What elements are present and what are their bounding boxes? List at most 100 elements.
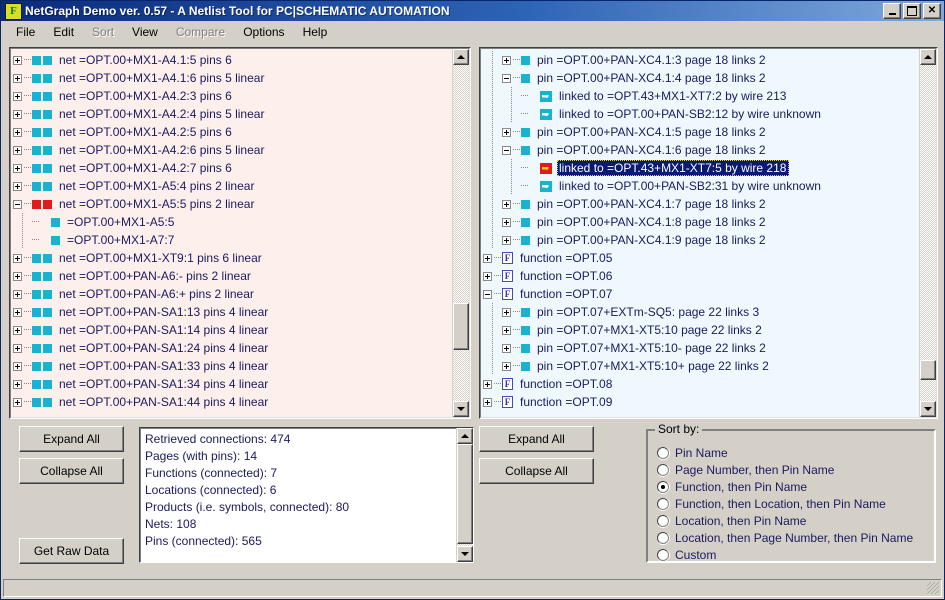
radio-button-icon[interactable] xyxy=(657,446,669,459)
tree-row[interactable]: net =OPT.00+PAN-SA1:24 pins 4 linear xyxy=(11,339,452,357)
menu-item-view[interactable]: View xyxy=(123,23,167,41)
tree-row[interactable]: net =OPT.00+PAN-SA1:33 pins 4 linear xyxy=(11,357,452,375)
collapse-all-left-button[interactable]: Collapse All xyxy=(19,458,124,484)
expand-node-icon[interactable] xyxy=(502,235,511,245)
stats-scroll-up-button[interactable] xyxy=(457,428,473,444)
statistics-scrollbar[interactable] xyxy=(456,428,473,562)
sort-option-6[interactable]: Custom xyxy=(657,546,931,563)
net-tree[interactable]: net =OPT.00+MX1-A4.1:5 pins 6 net =OPT.00… xyxy=(11,49,452,417)
right-scroll-thumb[interactable] xyxy=(920,360,936,380)
collapse-node-icon[interactable] xyxy=(13,199,22,209)
tree-row[interactable]: Ffunction =OPT.06 xyxy=(481,267,919,285)
expand-node-icon[interactable] xyxy=(502,343,511,353)
expand-node-icon[interactable] xyxy=(13,145,22,155)
radio-button-icon[interactable] xyxy=(657,548,669,561)
tree-row[interactable]: pin =OPT.00+PAN-XC4.1:6 page 18 links 2 xyxy=(481,141,919,159)
radio-button-icon[interactable] xyxy=(657,497,669,510)
menu-item-edit[interactable]: Edit xyxy=(44,23,83,41)
expand-node-icon[interactable] xyxy=(13,163,22,173)
tree-row[interactable]: Ffunction =OPT.07 xyxy=(481,285,919,303)
menu-item-file[interactable]: File xyxy=(7,23,44,41)
tree-row[interactable]: pin =OPT.00+PAN-XC4.1:4 page 18 links 2 xyxy=(481,69,919,87)
expand-node-icon[interactable] xyxy=(483,271,492,281)
tree-row[interactable]: pin =OPT.00+PAN-XC4.1:3 page 18 links 2 xyxy=(481,51,919,69)
tree-row[interactable]: net =OPT.00+MX1-A5:5 pins 2 linear xyxy=(11,195,452,213)
expand-node-icon[interactable] xyxy=(502,199,511,209)
tree-row[interactable]: pin =OPT.00+PAN-XC4.1:5 page 18 links 2 xyxy=(481,123,919,141)
expand-node-icon[interactable] xyxy=(483,397,492,407)
expand-node-icon[interactable] xyxy=(13,181,22,191)
radio-button-icon[interactable] xyxy=(657,514,669,527)
tree-row[interactable]: net =OPT.00+PAN-SA1:14 pins 4 linear xyxy=(11,321,452,339)
expand-node-icon[interactable] xyxy=(483,253,492,263)
expand-node-icon[interactable] xyxy=(13,253,22,263)
tree-row[interactable]: net =OPT.00+MX1-A4.2:6 pins 5 linear xyxy=(11,141,452,159)
left-scroll-up-button[interactable] xyxy=(453,49,469,65)
tree-row[interactable]: net =OPT.00+PAN-SA1:13 pins 4 linear xyxy=(11,303,452,321)
tree-row[interactable]: Ffunction =OPT.05 xyxy=(481,249,919,267)
sort-option-2[interactable]: Function, then Pin Name xyxy=(657,478,931,495)
close-button[interactable]: ✕ xyxy=(923,3,941,19)
expand-node-icon[interactable] xyxy=(13,91,22,101)
expand-all-right-button[interactable]: Expand All xyxy=(479,426,594,452)
stats-scroll-thumb[interactable] xyxy=(457,444,473,544)
resize-grip-icon[interactable] xyxy=(927,582,939,594)
tree-row[interactable]: net =OPT.00+PAN-SA1:34 pins 4 linear xyxy=(11,375,452,393)
radio-button-icon[interactable] xyxy=(657,480,669,493)
expand-node-icon[interactable] xyxy=(13,325,22,335)
tree-row[interactable]: pin =OPT.07+MX1-XT5:10 page 22 links 2 xyxy=(481,321,919,339)
tree-row[interactable]: =OPT.00+MX1-A5:5 xyxy=(11,213,452,231)
expand-node-icon[interactable] xyxy=(502,217,511,227)
tree-row[interactable]: net =OPT.00+MX1-A4.2:3 pins 6 xyxy=(11,87,452,105)
tree-row[interactable]: pin =OPT.07+MX1-XT5:10- page 22 links 2 xyxy=(481,339,919,357)
maximize-button[interactable] xyxy=(903,3,921,19)
stats-scroll-down-button[interactable] xyxy=(457,546,473,562)
collapse-node-icon[interactable] xyxy=(502,145,511,155)
collapse-node-icon[interactable] xyxy=(502,73,511,83)
menu-item-options[interactable]: Options xyxy=(234,23,293,41)
expand-node-icon[interactable] xyxy=(13,55,22,65)
radio-button-icon[interactable] xyxy=(657,531,669,544)
left-scroll-down-button[interactable] xyxy=(453,401,469,417)
radio-button-icon[interactable] xyxy=(657,463,669,476)
get-raw-data-button[interactable]: Get Raw Data xyxy=(19,538,124,564)
expand-node-icon[interactable] xyxy=(502,127,511,137)
expand-node-icon[interactable] xyxy=(483,379,492,389)
tree-row[interactable]: net =OPT.00+MX1-A4.1:5 pins 6 xyxy=(11,51,452,69)
right-scroll-down-button[interactable] xyxy=(920,401,936,417)
collapse-node-icon[interactable] xyxy=(483,289,492,299)
expand-node-icon[interactable] xyxy=(13,127,22,137)
tree-row[interactable]: linked to =OPT.00+PAN-SB2:31 by wire unk… xyxy=(481,177,919,195)
tree-row[interactable]: =OPT.00+MX1-A7:7 xyxy=(11,231,452,249)
tree-row[interactable]: net =OPT.00+MX1-A4.1:6 pins 5 linear xyxy=(11,69,452,87)
collapse-all-right-button[interactable]: Collapse All xyxy=(479,458,594,484)
left-scroll-thumb[interactable] xyxy=(453,303,469,350)
expand-node-icon[interactable] xyxy=(13,289,22,299)
tree-row[interactable]: net =OPT.00+MX1-A4.2:5 pins 6 xyxy=(11,123,452,141)
sort-option-4[interactable]: Location, then Pin Name xyxy=(657,512,931,529)
tree-row[interactable]: linked to =OPT.00+PAN-SB2:12 by wire unk… xyxy=(481,105,919,123)
tree-row[interactable]: net =OPT.00+PAN-A6:- pins 2 linear xyxy=(11,267,452,285)
left-tree-scrollbar[interactable] xyxy=(452,49,469,417)
sort-option-5[interactable]: Location, then Page Number, then Pin Nam… xyxy=(657,529,931,546)
tree-row[interactable]: pin =OPT.07+EXTm-SQ5: page 22 links 3 xyxy=(481,303,919,321)
tree-row[interactable]: linked to =OPT.43+MX1-XT7:2 by wire 213 xyxy=(481,87,919,105)
expand-node-icon[interactable] xyxy=(13,271,22,281)
expand-node-icon[interactable] xyxy=(13,397,22,407)
tree-row[interactable]: pin =OPT.00+PAN-XC4.1:8 page 18 links 2 xyxy=(481,213,919,231)
expand-node-icon[interactable] xyxy=(13,307,22,317)
expand-all-left-button[interactable]: Expand All xyxy=(19,426,124,452)
sort-option-0[interactable]: Pin Name xyxy=(657,444,931,461)
expand-node-icon[interactable] xyxy=(13,361,22,371)
tree-row[interactable]: net =OPT.00+PAN-SA1:44 pins 4 linear xyxy=(11,393,452,411)
tree-row[interactable]: pin =OPT.00+PAN-XC4.1:7 page 18 links 2 xyxy=(481,195,919,213)
expand-node-icon[interactable] xyxy=(502,55,511,65)
pin-tree[interactable]: pin =OPT.00+PAN-XC4.1:3 page 18 links 2 p… xyxy=(481,49,919,417)
expand-node-icon[interactable] xyxy=(502,325,511,335)
tree-row[interactable]: net =OPT.00+PAN-A6:+ pins 2 linear xyxy=(11,285,452,303)
expand-node-icon[interactable] xyxy=(502,307,511,317)
tree-row[interactable]: net =OPT.00+MX1-A5:4 pins 2 linear xyxy=(11,177,452,195)
menu-item-help[interactable]: Help xyxy=(294,23,337,41)
minimize-button[interactable] xyxy=(883,3,901,19)
expand-node-icon[interactable] xyxy=(13,73,22,83)
